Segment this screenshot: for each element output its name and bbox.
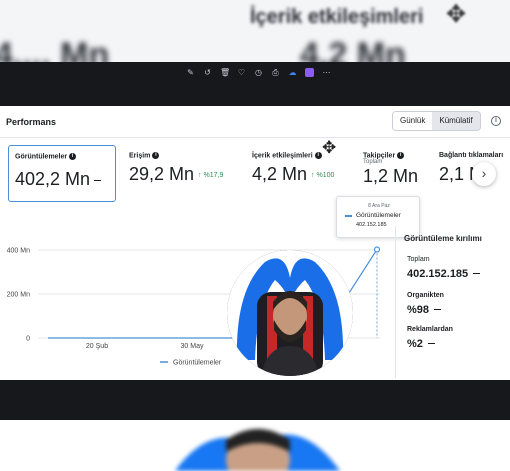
y-tick-label: 400 Mn bbox=[7, 248, 30, 255]
divider bbox=[0, 137, 510, 138]
background-title: İçerik etkileşimleri bbox=[250, 6, 424, 28]
metric-reach[interactable]: Erişim i 29,2 Mn ↑ %17,9 bbox=[129, 146, 223, 185]
cumulative-button[interactable]: Kümülatif bbox=[432, 112, 480, 130]
trash-icon[interactable]: 🗑 bbox=[220, 68, 230, 77]
metric-value: 402,2 Mn bbox=[15, 169, 91, 189]
panel-title: Performans bbox=[6, 117, 57, 127]
metric-label: Erişim bbox=[129, 152, 151, 160]
metric-label: Takipçiler bbox=[363, 152, 396, 160]
info-icon[interactable]: i bbox=[491, 116, 501, 126]
bottom-bar bbox=[0, 380, 510, 420]
dash-icon bbox=[94, 179, 102, 181]
next-arrow-button[interactable]: › bbox=[472, 162, 496, 186]
metric-sublabel: Toplam bbox=[363, 159, 383, 166]
app-icon[interactable] bbox=[305, 68, 314, 77]
metric-value: 4,2 Mn bbox=[252, 164, 308, 185]
metric-followers[interactable]: Takipçiler i Toplam 1,2 Mn bbox=[363, 146, 418, 187]
tooltip-series-name: Görüntülemeler bbox=[356, 212, 401, 219]
presenter-image bbox=[227, 250, 353, 376]
heart-icon[interactable]: ♡ bbox=[237, 68, 246, 77]
tooltip-series-swatch bbox=[345, 215, 352, 217]
timer-icon[interactable]: ◷ bbox=[254, 68, 263, 77]
metric-delta: ↑ %100 bbox=[311, 172, 335, 180]
metric-label: Görüntülemeler bbox=[15, 153, 68, 161]
y-tick-label: 0 bbox=[26, 336, 30, 343]
x-tick-label: 20 Şub bbox=[86, 343, 108, 350]
legend-label: Görüntülemeler bbox=[173, 360, 222, 367]
info-icon: i bbox=[314, 152, 322, 159]
metric-label: İçerik etkileşimleri bbox=[252, 152, 313, 160]
organic-value: %98 bbox=[407, 304, 430, 316]
breakdown-title: Görüntüleme kırılımı bbox=[404, 234, 482, 243]
move-cursor-icon: ✥ bbox=[322, 138, 337, 157]
background-right-value: 4,2 Mn bbox=[300, 36, 406, 62]
total-label: Toplam bbox=[407, 256, 430, 263]
tooltip-value: 402.152.185 bbox=[356, 222, 387, 228]
presenter-avatar bbox=[227, 250, 353, 376]
info-icon: i bbox=[69, 153, 77, 160]
ads-value: %2 bbox=[407, 338, 423, 350]
daily-button[interactable]: Günlük bbox=[393, 112, 433, 130]
printer-icon[interactable]: ⎙ bbox=[271, 68, 280, 77]
undo-icon[interactable]: ↺ bbox=[203, 68, 212, 77]
more-icon[interactable]: ⋯ bbox=[322, 68, 331, 77]
vertical-divider bbox=[395, 226, 396, 378]
dash-icon bbox=[473, 272, 481, 274]
dash-icon bbox=[434, 308, 442, 310]
metric-delta: ↑ %17,9 bbox=[198, 172, 224, 180]
ads-label: Reklamlardan bbox=[407, 326, 453, 333]
edit-icon[interactable]: ✎ bbox=[186, 68, 195, 77]
info-icon: i bbox=[397, 152, 405, 159]
tooltip-date: 8 Ara Paz bbox=[368, 203, 390, 209]
data-point bbox=[373, 246, 381, 253]
blurred-logo-image bbox=[175, 429, 340, 471]
info-icon: i bbox=[152, 152, 160, 159]
y-tick-label: 200 Mn bbox=[7, 292, 30, 299]
background-top: İçerik etkileşimleri ✥ 4.... Mn 4,2 Mn bbox=[0, 0, 510, 62]
metric-label: Bağlantı tıklamaları bbox=[439, 152, 504, 159]
chart-tooltip: 8 Ara Paz Görüntülemeler 402.152.185 bbox=[336, 196, 420, 238]
dash-icon bbox=[427, 342, 435, 344]
metric-views[interactable]: Görüntülemeler i 402,2 Mn bbox=[8, 145, 116, 202]
view-toggle: Günlük Kümülatif bbox=[392, 111, 481, 131]
cloud-icon[interactable]: ☁ bbox=[288, 68, 297, 77]
move-icon: ✥ bbox=[446, 1, 467, 28]
x-tick-label: 30 May bbox=[181, 343, 204, 350]
screen: İçerik etkileşimleri ✥ 4.... Mn 4,2 Mn ✎… bbox=[0, 0, 510, 471]
organic-label: Organikten bbox=[407, 292, 444, 299]
metric-value: 29,2 Mn bbox=[129, 164, 195, 185]
metric-value: 1,2 Mn bbox=[363, 166, 419, 187]
total-value: 402.152.185 bbox=[407, 268, 469, 280]
background-left-value: 4.... Mn bbox=[0, 36, 110, 62]
background-bottom bbox=[0, 420, 510, 471]
editor-toolbar: ✎ ↺ 🗑 ♡ ◷ ⎙ ☁ ⋯ bbox=[0, 62, 510, 106]
